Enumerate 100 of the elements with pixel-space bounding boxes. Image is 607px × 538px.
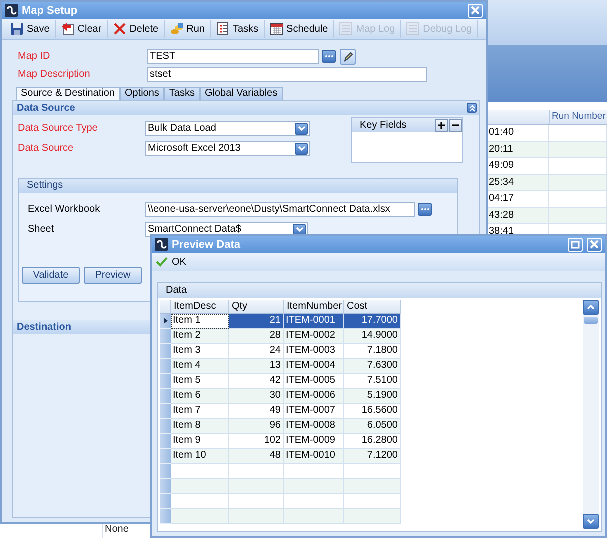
- calendar-icon: [270, 22, 284, 36]
- column-header: Qty: [229, 300, 284, 314]
- close-icon: [590, 240, 599, 249]
- checkmark-icon: [156, 257, 168, 267]
- column-header: ItemNumber: [284, 300, 344, 314]
- table-cell: 21: [229, 314, 284, 329]
- table-cell: Item 2: [171, 329, 229, 344]
- row-indicator[interactable]: [160, 314, 171, 329]
- table-cell: 5.1900: [344, 389, 401, 404]
- chevron-down-icon: [587, 519, 595, 524]
- app-logo-icon: [5, 4, 18, 17]
- dropdown-button[interactable]: [295, 122, 308, 134]
- action-button[interactable]: Validate: [22, 267, 80, 284]
- field-label: Data Source Type: [18, 123, 99, 134]
- scrollbar[interactable]: [583, 300, 599, 529]
- dropdown-button[interactable]: [295, 142, 308, 154]
- list-title: Key Fields: [360, 120, 408, 130]
- plus-icon: [438, 122, 445, 128]
- chevron-up-icon: [587, 305, 595, 310]
- tab[interactable]: Source & Destination: [16, 87, 120, 100]
- field-label: Map ID: [18, 51, 52, 62]
- edit-button[interactable]: [340, 48, 356, 64]
- table-cell: 6.0500: [344, 419, 401, 434]
- table-cell: Item 8: [171, 419, 229, 434]
- table-cell: Item 10: [171, 449, 229, 464]
- ellipsis-icon: [324, 55, 334, 58]
- field-label: Data Source: [18, 143, 75, 154]
- app-logo-icon: [155, 238, 168, 251]
- checklist-icon: [216, 22, 230, 36]
- group-header: Settings: [19, 179, 457, 193]
- chevron-down-icon: [296, 226, 304, 232]
- section-title: Destination: [17, 322, 72, 332]
- path-field[interactable]: \\eone-usa-server\eone\Dusty\SmartConnect Data.xlsx: [145, 202, 415, 217]
- table-cell: Item 4: [171, 359, 229, 374]
- window-title: Preview Data: [172, 238, 240, 250]
- table-cell: Item 6: [171, 389, 229, 404]
- dropdown-button[interactable]: [293, 224, 306, 236]
- pencil-icon: [343, 52, 353, 62]
- table-cell: ITEM-0008: [284, 419, 344, 434]
- collapse-button[interactable]: [467, 103, 477, 113]
- double-chevron-up-icon: [468, 104, 476, 112]
- column-header: Run Number: [549, 110, 607, 124]
- ok-button[interactable]: OK: [152, 254, 190, 270]
- document-grid-icon: [406, 22, 420, 36]
- table-cell: ITEM-0010: [284, 449, 344, 464]
- column-header: ItemDesc: [171, 300, 229, 314]
- table-cell: ITEM-0004: [284, 359, 344, 374]
- window-title: Map Setup: [22, 4, 78, 16]
- table-cell: ITEM-0001: [284, 314, 344, 329]
- dropdown-field[interactable]: Microsoft Excel 2013: [145, 141, 310, 156]
- field-label: Sheet: [28, 224, 56, 235]
- table-cell: ITEM-0006: [284, 389, 344, 404]
- section-title: Data Source: [17, 102, 76, 114]
- ellipsis-icon: [420, 208, 430, 211]
- tab[interactable]: Tasks: [164, 87, 200, 100]
- lookup-field[interactable]: TEST: [147, 49, 319, 64]
- toolbar-button[interactable]: Delete: [108, 20, 165, 38]
- table-cell: Item 1: [171, 314, 229, 329]
- table-cell: 17.7000: [344, 314, 401, 329]
- dropdown-field[interactable]: Bulk Data Load: [145, 121, 310, 136]
- scroll-up-button[interactable]: [583, 300, 599, 315]
- header-corner: [160, 300, 171, 314]
- coins-icon: [170, 22, 184, 36]
- chevron-down-icon: [298, 146, 306, 152]
- close-button[interactable]: [468, 4, 483, 18]
- delete-icon: [112, 22, 127, 36]
- toolbar-button[interactable]: Clear: [56, 20, 108, 38]
- table-cell: 7.1200: [344, 449, 401, 464]
- toolbar-button[interactable]: Schedule: [264, 20, 334, 38]
- tab[interactable]: Options: [120, 87, 164, 100]
- maximize-icon: [571, 240, 580, 248]
- table-cell: 7.6300: [344, 359, 401, 374]
- minus-icon: [452, 122, 459, 128]
- add-button[interactable]: [435, 118, 448, 132]
- toolbar-button[interactable]: Run: [164, 20, 211, 38]
- group-header: Data: [158, 283, 601, 298]
- table-cell: 30: [229, 389, 284, 404]
- column-header: Cost: [344, 300, 401, 314]
- field-label: Excel Workbook: [28, 204, 102, 215]
- table-cell: ITEM-0002: [284, 329, 344, 344]
- table-cell: 96: [229, 419, 284, 434]
- close-button[interactable]: [587, 238, 602, 252]
- ellipsis-button[interactable]: [418, 203, 432, 216]
- field-label: Map Description: [18, 69, 92, 80]
- text-field[interactable]: stset: [147, 67, 427, 82]
- maximize-button[interactable]: [568, 238, 583, 252]
- table-cell: 14.9000: [344, 329, 401, 344]
- document-grid-icon: [339, 22, 354, 36]
- tab[interactable]: Global Variables: [200, 87, 283, 100]
- remove-button[interactable]: [449, 118, 462, 132]
- table-cell: 28: [229, 329, 284, 344]
- action-button[interactable]: Preview: [84, 267, 142, 284]
- scroll-down-button[interactable]: [583, 514, 599, 529]
- table-cell: 48: [229, 449, 284, 464]
- table-cell: 13: [229, 359, 284, 374]
- toolbar-button[interactable]: Save: [5, 20, 56, 38]
- toolbar-button[interactable]: Tasks: [210, 20, 265, 38]
- scrollbar-thumb[interactable]: [584, 317, 598, 324]
- ellipsis-button[interactable]: [322, 50, 336, 63]
- chevron-down-icon: [298, 126, 306, 132]
